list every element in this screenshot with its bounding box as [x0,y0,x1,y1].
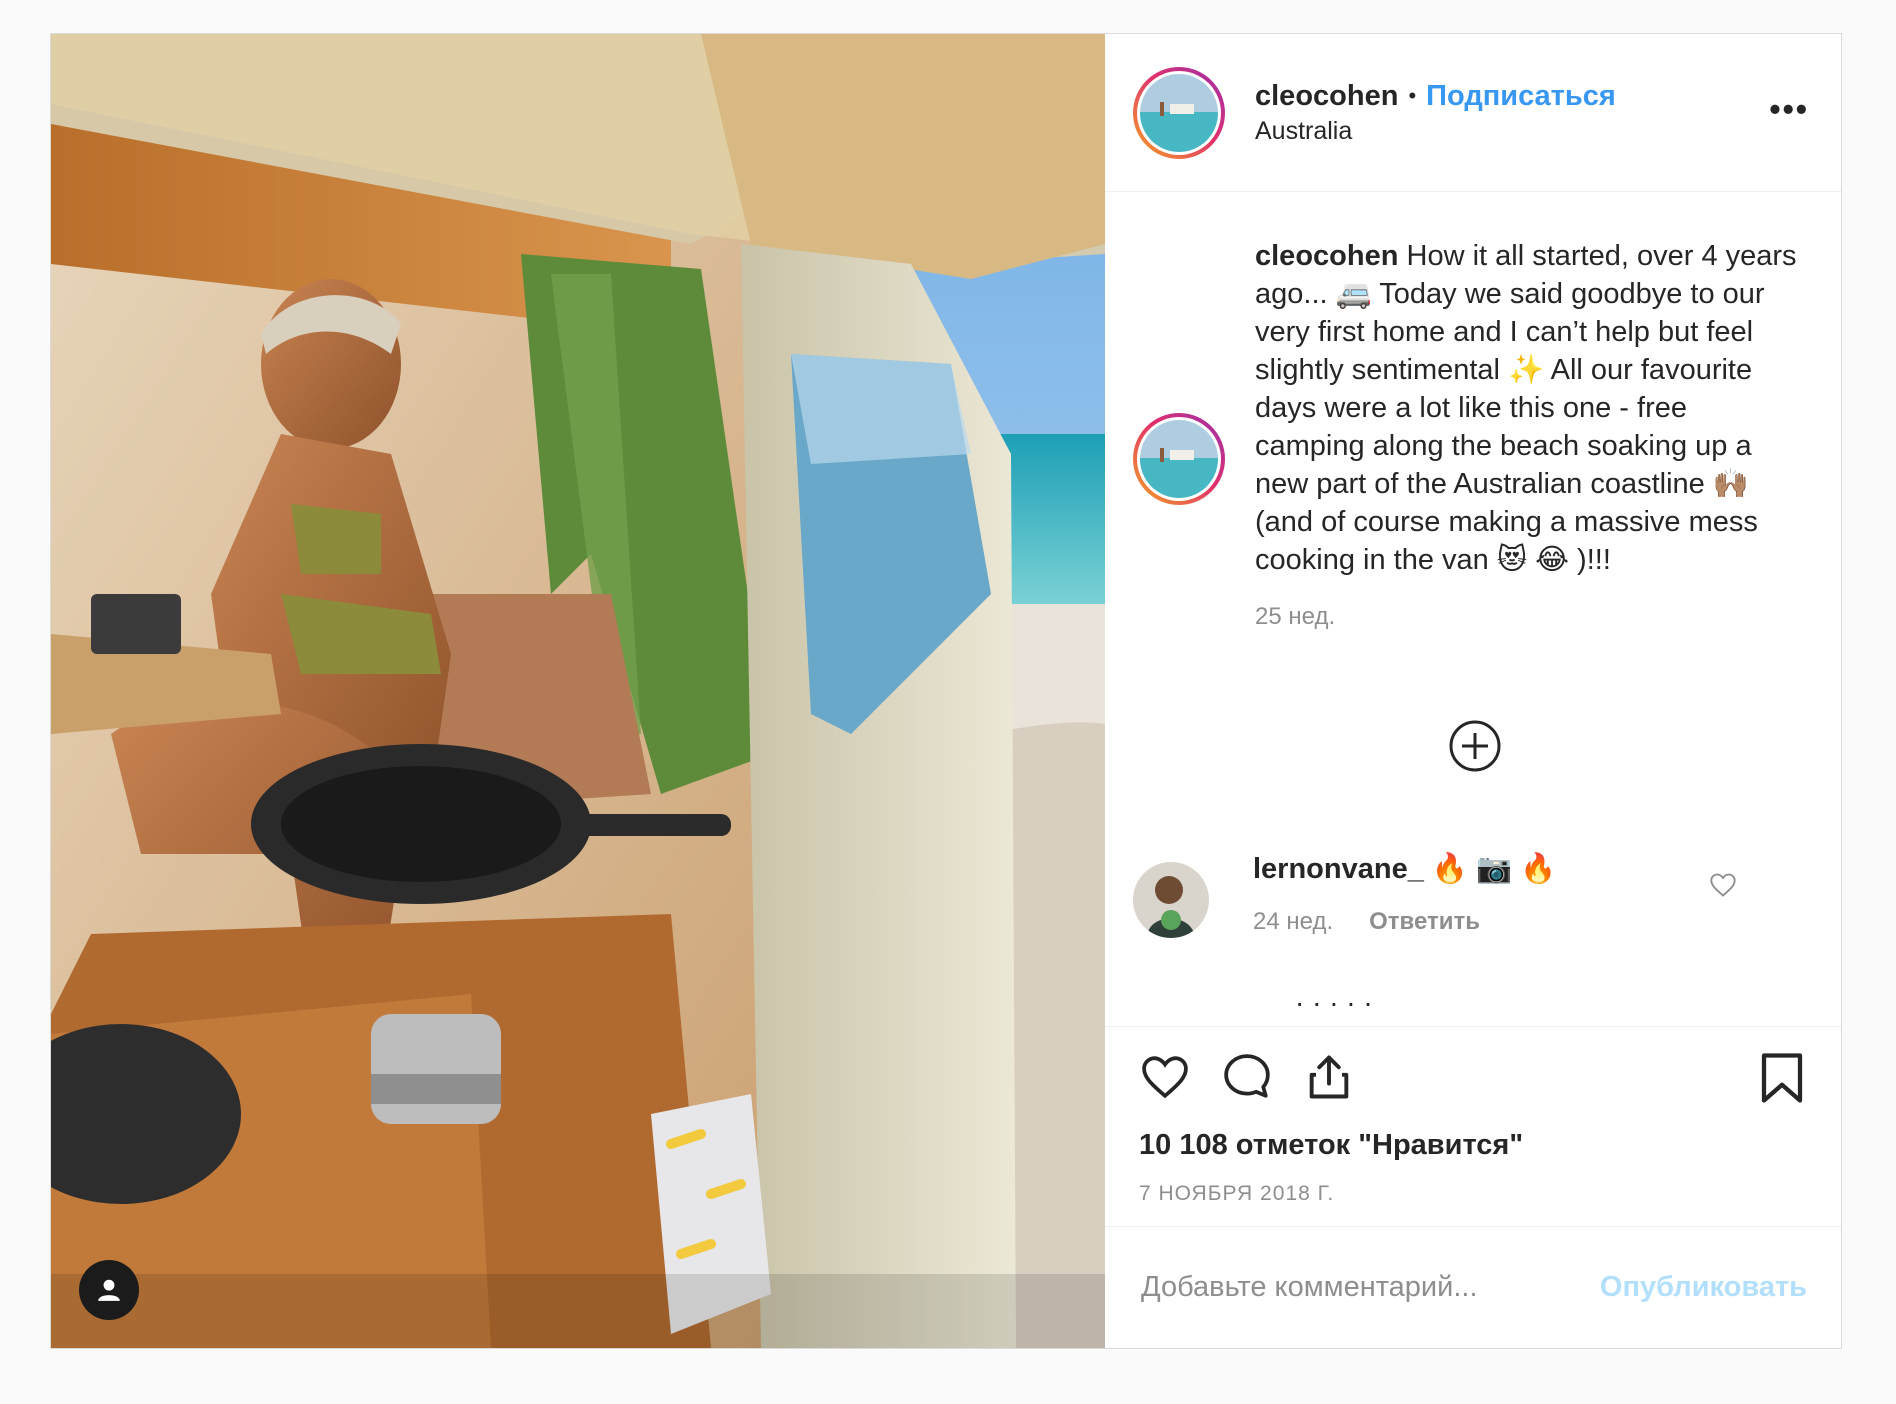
comment-like-heart-icon[interactable] [1709,872,1737,898]
commenter-avatar[interactable] [1133,862,1209,938]
plus-circle-icon[interactable] [1448,719,1502,773]
caption-username[interactable]: cleocohen [1255,240,1398,272]
caption-text: How it all started, over 4 years ago... … [1255,240,1797,576]
author-avatar[interactable] [1133,66,1225,159]
comment-time[interactable]: 24 нед. [1253,908,1333,936]
reply-button[interactable]: Ответить [1369,908,1480,936]
van-beach-photo [51,34,1105,1348]
avatar-image [1140,73,1218,152]
comment-username[interactable]: lernonvane_ [1253,853,1424,885]
post-location[interactable]: Australia [1255,117,1616,146]
author-username[interactable]: cleocohen [1255,80,1398,113]
publish-button[interactable]: Опубликовать [1600,1271,1807,1304]
follow-button[interactable]: Подписаться [1426,80,1616,113]
post-actions: 10 108 отметок "Нравится" 7 НОЯБРЯ 2018 … [1105,1026,1841,1226]
add-comment-bar: Опубликовать [1105,1226,1841,1348]
comments-section: cleocohen How it all started, over 4 yea… [1105,192,1841,1026]
post-header: cleocohen • Подписаться Australia ••• [1105,34,1841,192]
post-photo[interactable] [51,34,1105,1348]
post-card: cleocohen • Подписаться Australia ••• cl… [50,33,1842,1349]
likes-count[interactable]: 10 108 отметок "Нравится" [1139,1129,1813,1162]
comment-item: lernonvane_ 🔥 📷 🔥 24 нед. Ответить [1133,852,1736,938]
post-side-panel: cleocohen • Подписаться Australia ••• cl… [1105,34,1841,1348]
post-date[interactable]: 7 НОЯБРЯ 2018 Г. [1139,1182,1813,1206]
tagged-users-button[interactable] [79,1260,139,1320]
like-heart-icon[interactable] [1139,1054,1191,1100]
user-icon [98,1279,120,1301]
comment-bubble-icon[interactable] [1221,1052,1273,1102]
avatar-image [1140,420,1218,498]
more-horizontal-icon[interactable]: ••• [1769,93,1809,125]
comment-text: 🔥 📷 🔥 [1431,853,1557,885]
separator-dot: • [1408,83,1417,108]
caption-time[interactable]: 25 нед. [1255,603,1800,631]
truncated-comment: · · · · · [1295,998,1373,1008]
comment-input[interactable] [1139,1270,1600,1305]
share-icon[interactable] [1303,1051,1355,1103]
caption-avatar[interactable] [1133,413,1225,505]
bookmark-icon[interactable] [1759,1051,1805,1110]
post-caption: cleocohen How it all started, over 4 yea… [1133,237,1800,631]
